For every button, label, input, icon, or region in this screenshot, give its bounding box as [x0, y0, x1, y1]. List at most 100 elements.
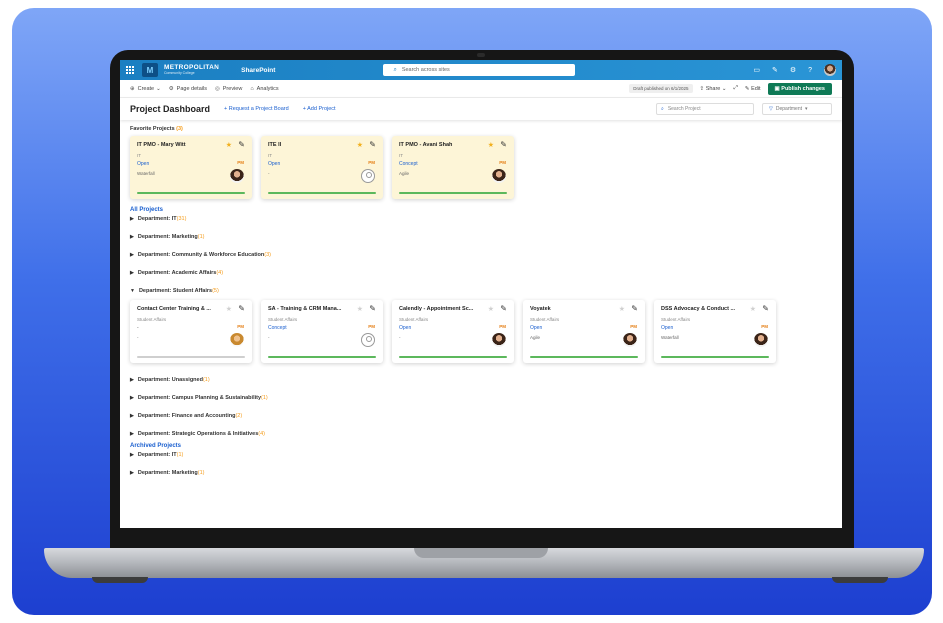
project-card[interactable]: ITE II ★ ✎ IT Open PM -	[261, 136, 383, 199]
edit-icon[interactable]: ✎	[369, 140, 376, 149]
department-row[interactable]: ▶ Department: Strategic Operations & Init…	[130, 431, 832, 437]
card-title[interactable]: IT PMO - Avani Shah	[399, 142, 479, 148]
card-pm-label: PM	[237, 324, 244, 329]
laptop-foot-right	[832, 577, 888, 583]
department-count: (4)	[258, 431, 266, 437]
app-name[interactable]: SharePoint	[241, 67, 275, 74]
card-pm-label: PM	[237, 160, 244, 165]
project-card[interactable]: IT PMO - Mary Witt ★ ✎ IT Open PM Waterf…	[130, 136, 252, 199]
card-title[interactable]: IT PMO - Mary Witt	[137, 142, 217, 148]
department-row[interactable]: ▶ Department: Academic Affairs (4)	[130, 270, 832, 276]
edit-icon[interactable]: ✎	[500, 140, 507, 149]
analytics-button[interactable]: ⌂ Analytics	[250, 86, 278, 92]
favorites-heading: Favorite Projects (3)	[130, 126, 832, 132]
expand-triangle-icon: ▶	[130, 395, 134, 401]
edit-icon[interactable]: ✎	[500, 304, 507, 313]
project-card[interactable]: IT PMO - Avani Shah ★ ✎ IT Concept PM Ag…	[392, 136, 514, 199]
department-row[interactable]: ▶ Department: Community & Workforce Educa…	[130, 252, 832, 258]
filter-icon: ▽	[769, 106, 773, 112]
edit-icon[interactable]: ✎	[369, 304, 376, 313]
expand-triangle-icon: ▶	[130, 452, 134, 458]
department-row[interactable]: ▶ Department: Finance and Accounting (2)	[130, 413, 832, 419]
chat-icon[interactable]: ▭	[753, 66, 760, 74]
gear-icon[interactable]: ⚙	[790, 66, 796, 74]
org-name: METROPOLITAN Community College	[164, 64, 219, 75]
project-search-placeholder: Search Project	[667, 106, 701, 112]
department-filter[interactable]: ▽ Department ▾	[762, 103, 832, 115]
card-title[interactable]: Voyatek	[530, 306, 610, 312]
project-card[interactable]: DSS Advocacy & Conduct ... ★ ✎ Student A…	[654, 300, 776, 363]
card-title[interactable]: DSS Advocacy & Conduct ...	[661, 306, 741, 312]
department-row[interactable]: ▶ Department: IT (1)	[130, 452, 832, 458]
star-outline-icon[interactable]: ★	[750, 305, 756, 313]
department-row[interactable]: ▶ Department: Marketing (1)	[130, 234, 832, 240]
project-card[interactable]: Voyatek ★ ✎ Student Affairs Open PM Agil…	[523, 300, 645, 363]
user-avatar[interactable]	[824, 64, 836, 76]
department-row-expanded[interactable]: ▼ Department: Student Affairs (5)	[130, 288, 832, 294]
department-name: Department: Unassigned	[137, 377, 203, 383]
star-icon[interactable]: ★	[488, 141, 494, 149]
department-name: Department: IT	[137, 216, 177, 222]
star-outline-icon[interactable]: ★	[488, 305, 494, 313]
department-name: Department: Campus Planning & Sustainabi…	[137, 395, 262, 401]
preview-label: Preview	[222, 85, 243, 92]
megaphone-icon[interactable]: ✎	[772, 66, 778, 74]
edit-icon[interactable]: ✎	[631, 304, 638, 313]
department-name: Department: Strategic Operations & Initi…	[137, 431, 259, 437]
add-project-link[interactable]: + Add Project	[303, 106, 336, 112]
project-card[interactable]: Calendly - Appointment Sc... ★ ✎ Student…	[392, 300, 514, 363]
collapse-triangle-icon: ▼	[130, 288, 135, 294]
card-department: IT	[399, 153, 403, 158]
progress-bar	[268, 356, 376, 358]
help-icon[interactable]: ?	[808, 67, 812, 74]
project-card[interactable]: SA - Training & CRM Mana... ★ ✎ Student …	[261, 300, 383, 363]
card-title[interactable]: ITE II	[268, 142, 348, 148]
star-outline-icon[interactable]: ★	[619, 305, 625, 313]
global-search-input[interactable]: ⌕ Search across sites	[383, 64, 576, 76]
favorites-label: Favorite Projects	[130, 126, 175, 132]
page-details-button[interactable]: ⚙ Page details	[169, 86, 207, 92]
card-title[interactable]: SA - Training & CRM Mana...	[268, 306, 348, 312]
department-row[interactable]: ▶ Department: IT (31)	[130, 216, 832, 222]
department-row[interactable]: ▶ Department: Campus Planning & Sustainab…	[130, 395, 832, 401]
department-row[interactable]: ▶ Department: Marketing (1)	[130, 470, 832, 476]
app-launcher-icon[interactable]	[126, 66, 134, 74]
dashboard-header: Project Dashboard + Request a Project Bo…	[120, 98, 842, 120]
laptop-screen: M METROPOLITAN Community College SharePo…	[120, 60, 842, 528]
star-icon[interactable]: ★	[357, 141, 363, 149]
progress-bar	[530, 356, 638, 358]
archived-projects-heading: Archived Projects	[130, 443, 182, 449]
publish-button[interactable]: ▣ Publish changes	[767, 82, 832, 95]
star-outline-icon[interactable]: ★	[226, 305, 232, 313]
star-outline-icon[interactable]: ★	[357, 305, 363, 313]
expand-icon[interactable]: ⤢	[734, 85, 738, 92]
org-logo[interactable]: M	[142, 63, 158, 77]
star-icon[interactable]: ★	[226, 141, 232, 149]
card-department: IT	[137, 153, 141, 158]
create-button[interactable]: ⊕ Create ⌄	[130, 86, 161, 92]
caret-down-icon: ▾	[804, 106, 808, 112]
project-search-input[interactable]: ⌕ Search Project	[656, 103, 754, 115]
progress-bar	[268, 192, 376, 194]
share-button[interactable]: ⇪ Share ⌄	[700, 86, 727, 92]
expand-triangle-icon: ▶	[130, 413, 134, 419]
expand-triangle-icon: ▶	[130, 431, 134, 437]
department-name: Department: Marketing	[137, 470, 198, 476]
edit-button[interactable]: ✎ Edit	[745, 86, 761, 92]
dashboard-content: Favorite Projects (3) IT PMO - Mary Witt…	[120, 120, 842, 492]
card-title[interactable]: Contact Center Training & ...	[137, 306, 217, 312]
edit-icon[interactable]: ✎	[238, 304, 245, 313]
project-card[interactable]: Contact Center Training & ... ★ ✎ Studen…	[130, 300, 252, 363]
request-board-link[interactable]: + Request a Project Board	[224, 106, 289, 112]
edit-icon[interactable]: ✎	[238, 140, 245, 149]
preview-button[interactable]: ◎ Preview	[215, 86, 242, 92]
department-count: (1)	[197, 234, 205, 240]
card-status: Open	[530, 325, 543, 331]
department-row[interactable]: ▶ Department: Unassigned (1)	[130, 377, 832, 383]
card-pm-label: PM	[368, 160, 375, 165]
card-department: Student Affairs	[137, 317, 167, 322]
card-title[interactable]: Calendly - Appointment Sc...	[399, 306, 479, 312]
edit-icon[interactable]: ✎	[762, 304, 769, 313]
pm-avatar	[754, 333, 768, 347]
progress-bar	[137, 356, 245, 358]
